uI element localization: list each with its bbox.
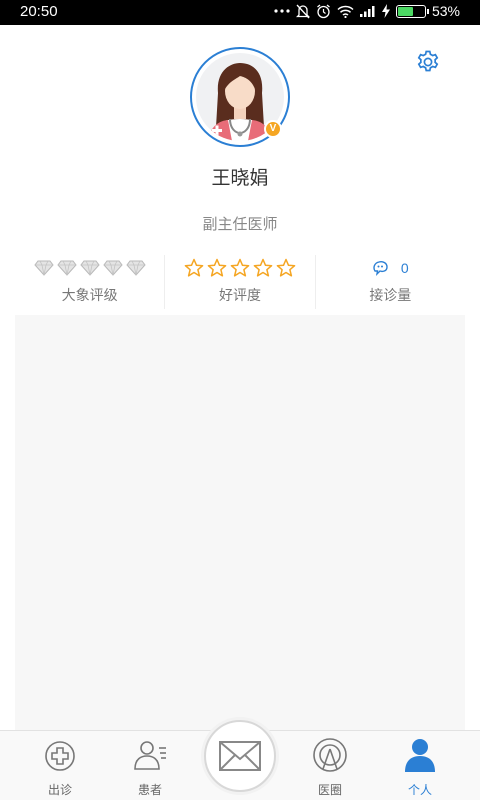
tab-label: 出诊 [47, 783, 72, 797]
tab-label: 个人 [407, 783, 432, 797]
person-icon [405, 739, 435, 772]
diamond-icon [57, 260, 77, 276]
charging-icon [381, 4, 390, 18]
wifi-icon [337, 5, 354, 18]
medical-cross-icon [45, 741, 75, 771]
tab-outpatient[interactable]: 出诊 [20, 731, 100, 800]
consult-label: 接诊量 [369, 288, 412, 304]
verified-badge: V [264, 120, 282, 138]
battery-icon [395, 4, 429, 18]
content-area [15, 315, 465, 730]
praise-label: 好评度 [218, 288, 261, 304]
doctor-circle-icon [313, 738, 347, 772]
status-time: 20:50 [20, 3, 58, 20]
doctor-name: 王晓娟 [211, 167, 269, 189]
star-icon [276, 258, 296, 277]
status-icons: 53% [274, 3, 460, 19]
tab-label: 患者 [137, 783, 162, 797]
tab-patients[interactable]: 患者 [110, 731, 190, 800]
signal-icon [359, 6, 375, 17]
star-icon [184, 258, 204, 277]
star-icon [230, 258, 250, 277]
diamond-icon [126, 260, 146, 276]
diamond-rating [15, 255, 164, 281]
mail-icon [219, 741, 261, 771]
consult-count: 0 [400, 260, 409, 276]
alarm-icon [317, 3, 330, 18]
diamond-icon [34, 260, 54, 276]
doctor-title: 副主任医师 [202, 215, 278, 233]
messages-button[interactable] [204, 720, 276, 792]
dots-icon [274, 9, 290, 13]
star-rating [165, 255, 314, 281]
rating-label: 大象评级 [61, 288, 118, 304]
consult-stat[interactable]: 0 接诊量 [314, 255, 465, 309]
settings-gear-icon[interactable] [415, 49, 441, 75]
diamond-icon [80, 260, 100, 276]
battery-percent: 53% [431, 3, 460, 19]
tab-label: 医圈 [317, 783, 342, 797]
star-icon [207, 258, 227, 277]
rating-stat[interactable]: 大象评级 [15, 255, 164, 309]
stats-row: 大象评级 好评度 0 接诊量 [15, 255, 465, 309]
diamond-icon [103, 260, 123, 276]
star-icon [253, 258, 273, 277]
patients-icon [134, 741, 166, 770]
tab-personal[interactable]: 个人 [380, 731, 460, 800]
status-bar: 20:50 53% [0, 0, 480, 25]
tab-doctor-circle[interactable]: 医圈 [290, 731, 370, 800]
consult-icon [373, 261, 388, 277]
profile-card: V 王晓娟 副主任医师 大象评级 好评度 0 接诊量 [15, 25, 465, 315]
mute-icon [295, 4, 310, 18]
praise-stat[interactable]: 好评度 [164, 255, 314, 309]
